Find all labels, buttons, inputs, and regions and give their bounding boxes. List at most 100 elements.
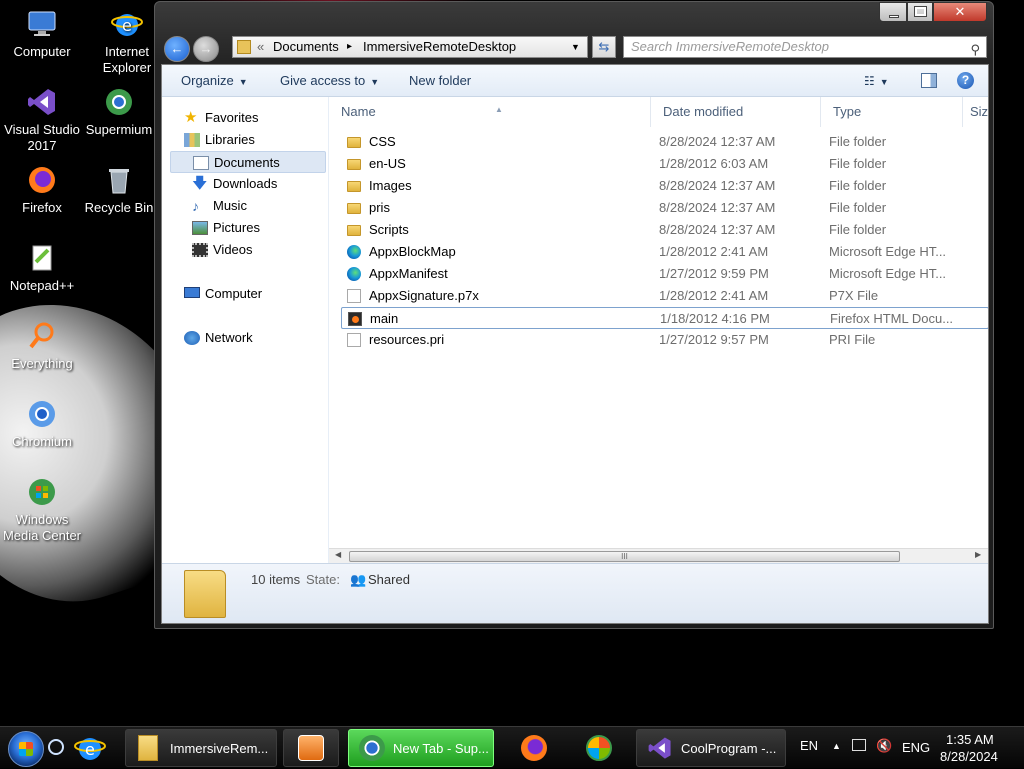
nav-item-videos[interactable]: Videos bbox=[192, 239, 322, 261]
list-item[interactable]: AppxSignature.p7x 1/28/2012 2:41 AM P7X … bbox=[341, 285, 988, 307]
breadcrumb-immersiveremotedesktop[interactable]: ImmersiveRemoteDesktop bbox=[363, 37, 516, 57]
address-dropdown-icon[interactable]: ▼ bbox=[571, 37, 580, 57]
list-item[interactable]: AppxManifest 1/27/2012 9:59 PM Microsoft… bbox=[341, 263, 988, 285]
desktop-icon-recycle-bin[interactable]: Recycle Bin bbox=[84, 164, 154, 216]
desktop-icon-label: Visual Studio bbox=[4, 122, 80, 137]
desktop-icon-firefox[interactable]: Firefox bbox=[0, 164, 85, 216]
maximize-button[interactable] bbox=[907, 2, 933, 22]
taskbar-label: ImmersiveRem... bbox=[170, 741, 269, 756]
volume-muted-icon[interactable]: 🔇 bbox=[876, 738, 892, 754]
file-name: AppxSignature.p7x bbox=[369, 288, 479, 303]
list-item[interactable]: en-US 1/28/2012 6:03 AM File folder bbox=[341, 153, 988, 175]
taskbar-button-supermium[interactable]: New Tab - Sup... bbox=[348, 729, 494, 767]
column-header-name[interactable]: Name ▲ bbox=[329, 97, 651, 127]
desktop-icon-label: Explorer bbox=[102, 60, 152, 75]
nav-item-documents[interactable]: Documents bbox=[170, 151, 326, 173]
desktop-icon-chromium[interactable]: Chromium bbox=[0, 398, 85, 450]
view-options-button[interactable]: ☷ ▼ bbox=[864, 65, 889, 98]
view-icon: ☷ bbox=[864, 74, 875, 88]
desktop-icon-supermium[interactable]: Supermium bbox=[84, 86, 154, 138]
chevron-down-icon: ▼ bbox=[879, 77, 889, 87]
breadcrumb-documents[interactable]: Documents bbox=[273, 37, 339, 57]
taskbar-button-explorer[interactable]: ImmersiveRem... bbox=[125, 729, 277, 767]
desktop-icon-label: Windows bbox=[15, 512, 69, 527]
column-label: Date modified bbox=[663, 104, 744, 119]
list-item-selected[interactable]: main 1/18/2012 4:16 PM Firefox HTML Docu… bbox=[341, 307, 988, 329]
list-item[interactable]: AppxBlockMap 1/28/2012 2:41 AM Microsoft… bbox=[341, 241, 988, 263]
search-icon[interactable]: ⚲ bbox=[970, 40, 980, 60]
file-type: File folder bbox=[829, 222, 887, 237]
nav-item-downloads[interactable]: 🡇 Downloads bbox=[192, 173, 322, 195]
back-button[interactable]: ← bbox=[164, 36, 190, 62]
file-date: 8/28/2024 12:37 AM bbox=[659, 178, 776, 193]
taskbar-button-visual-studio[interactable]: CoolProgram -... bbox=[636, 729, 786, 767]
desktop-icon-visual-studio[interactable]: Visual Studio 2017 bbox=[0, 86, 85, 154]
minimize-button[interactable] bbox=[879, 2, 907, 22]
refresh-button[interactable]: ⇆ bbox=[592, 36, 616, 58]
column-header-date[interactable]: Date modified bbox=[651, 97, 821, 127]
new-folder-button[interactable]: New folder bbox=[409, 65, 471, 97]
clock-time[interactable]: 1:35 AM bbox=[946, 732, 994, 747]
desktop-icon-computer[interactable]: Computer bbox=[0, 8, 85, 60]
file-name: AppxManifest bbox=[369, 266, 448, 281]
nav-item-network[interactable]: Network bbox=[184, 327, 324, 349]
folder-icon bbox=[347, 225, 361, 236]
give-access-button[interactable]: Give access to ▼ bbox=[280, 65, 379, 98]
start-button[interactable] bbox=[8, 731, 44, 767]
ie-icon[interactable]: e bbox=[74, 732, 106, 764]
svg-text:e: e bbox=[122, 16, 132, 35]
desktop-icon-label: Supermium bbox=[85, 122, 153, 137]
scroll-left-icon[interactable]: ◀ bbox=[335, 550, 341, 559]
list-item[interactable]: resources.pri 1/27/2012 9:57 PM PRI File bbox=[341, 329, 988, 351]
clock-date[interactable]: 8/28/2024 bbox=[940, 749, 998, 764]
horizontal-scrollbar[interactable]: ◀ III ▶ bbox=[329, 548, 988, 563]
system-tray: EN ▲ 🔇 ENG 1:35 AM 8/28/2024 bbox=[790, 727, 1024, 769]
minimize-icon bbox=[889, 15, 899, 18]
search-input[interactable]: Search ImmersiveRemoteDesktop ⚲ bbox=[623, 36, 987, 58]
list-item[interactable]: Images 8/28/2024 12:37 AM File folder bbox=[341, 175, 988, 197]
nav-item-libraries[interactable]: Libraries bbox=[184, 129, 324, 151]
keyboard-layout[interactable]: ENG bbox=[902, 740, 930, 755]
show-hidden-icons[interactable]: ▲ bbox=[832, 741, 841, 751]
address-bar[interactable]: « Documents ▸ ImmersiveRemoteDesktop ▼ bbox=[232, 36, 588, 58]
desktop-icon-everything[interactable]: Everything bbox=[0, 320, 85, 372]
forward-arrow-icon: → bbox=[199, 41, 213, 56]
nav-item-music[interactable]: ♪ Music bbox=[192, 195, 322, 217]
desktop-icon-notepadpp[interactable]: Notepad++ bbox=[0, 242, 85, 294]
forward-button[interactable]: → bbox=[193, 36, 219, 62]
breadcrumb-separator[interactable]: ▸ bbox=[347, 37, 352, 57]
file-icon bbox=[347, 333, 361, 347]
desktop-icon-windows-media-center[interactable]: Windows Media Center bbox=[0, 476, 85, 544]
column-header-size[interactable]: Size bbox=[963, 97, 988, 127]
firefox-icon bbox=[521, 735, 547, 761]
folder-icon bbox=[138, 735, 158, 761]
file-type: File folder bbox=[829, 134, 887, 149]
close-button[interactable]: ✕ bbox=[933, 2, 987, 22]
scrollbar-thumb[interactable]: III bbox=[349, 551, 900, 562]
refresh-icon: ⇆ bbox=[598, 39, 610, 54]
notepadpp-icon bbox=[32, 245, 52, 271]
list-item[interactable]: CSS 8/28/2024 12:37 AM File folder bbox=[341, 131, 988, 153]
help-icon: ? bbox=[961, 73, 970, 87]
nav-item-computer[interactable]: Computer bbox=[184, 283, 324, 305]
nav-item-pictures[interactable]: Pictures bbox=[192, 217, 322, 239]
column-header-type[interactable]: Type bbox=[821, 97, 963, 127]
item-count: 10 items bbox=[251, 572, 301, 587]
help-button[interactable]: ? bbox=[957, 72, 974, 89]
taskbar-button-firefox[interactable] bbox=[505, 729, 565, 767]
action-center-icon[interactable] bbox=[852, 739, 866, 751]
breadcrumb-overflow[interactable]: « bbox=[257, 37, 264, 57]
nav-item-favorites[interactable]: ★ Favorites bbox=[184, 107, 324, 129]
explorer-window: ✕ ← → « Documents ▸ ImmersiveRemoteDeskt… bbox=[154, 1, 994, 629]
organize-button[interactable]: Organize ▼ bbox=[181, 65, 248, 98]
taskbar-button-media-player[interactable] bbox=[283, 729, 339, 767]
scroll-right-icon[interactable]: ▶ bbox=[975, 550, 981, 559]
preview-pane-button[interactable] bbox=[921, 73, 937, 88]
nav-label: Favorites bbox=[205, 110, 259, 125]
nav-label: Documents bbox=[214, 155, 280, 170]
search-circle-icon[interactable] bbox=[48, 739, 64, 755]
taskbar-button-media-center[interactable] bbox=[570, 729, 630, 767]
list-item[interactable]: pris 8/28/2024 12:37 AM File folder bbox=[341, 197, 988, 219]
list-item[interactable]: Scripts 8/28/2024 12:37 AM File folder bbox=[341, 219, 988, 241]
language-indicator[interactable]: EN bbox=[800, 738, 818, 753]
